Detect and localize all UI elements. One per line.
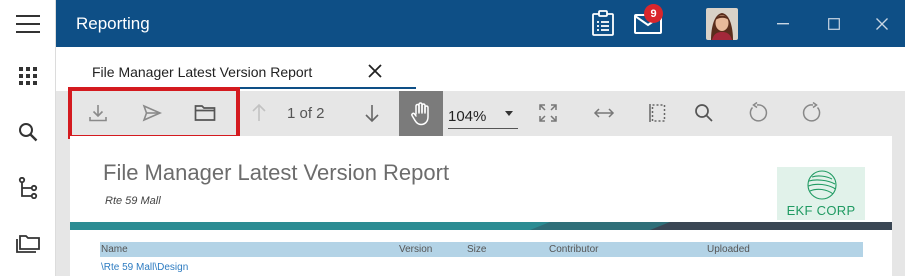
- column-header-contributor: Contributor: [549, 244, 599, 255]
- tab-label: File Manager Latest Version Report: [92, 64, 313, 80]
- hand-pan-icon[interactable]: [399, 91, 443, 136]
- zoom-select[interactable]: 104%: [448, 103, 518, 129]
- tab-strip: File Manager Latest Version Report: [56, 47, 905, 91]
- folders-icon[interactable]: [0, 224, 56, 264]
- search-icon[interactable]: [0, 112, 56, 152]
- rotate-left-icon[interactable]: [739, 95, 775, 131]
- left-rail: [0, 0, 56, 276]
- page-indicator: 1 of 2: [287, 105, 325, 122]
- app-title: Reporting: [76, 14, 150, 33]
- report-page: File Manager Latest Version Report Rte 5…: [70, 136, 892, 276]
- tree-icon[interactable]: [0, 168, 56, 208]
- find-icon[interactable]: [686, 95, 722, 131]
- column-header-name: Name: [101, 244, 128, 255]
- arrow-up-icon[interactable]: [241, 95, 277, 131]
- highlight-box: [68, 87, 240, 139]
- select-area-icon[interactable]: [639, 95, 675, 131]
- table-header: Name Version Size Contributor Uploaded: [100, 242, 863, 257]
- report-subtitle: Rte 59 Mall: [105, 195, 161, 207]
- group-path-link[interactable]: \Rte 59 Mall\Design: [101, 262, 188, 273]
- mail-count-badge: 9: [644, 4, 663, 23]
- minimize-icon[interactable]: [763, 10, 803, 38]
- arrow-down-icon[interactable]: [354, 95, 390, 131]
- caret-down-icon: [505, 111, 513, 116]
- report-viewer: 1 of 2 104% File Manager Latest Version …: [56, 87, 905, 276]
- fit-width-icon[interactable]: [586, 95, 622, 131]
- window-close-icon[interactable]: [862, 10, 902, 38]
- tab-report[interactable]: File Manager Latest Version Report: [85, 47, 416, 89]
- top-bar: Reporting 9: [56, 0, 905, 47]
- zoom-value: 104%: [448, 108, 487, 125]
- clipboard-icon[interactable]: [586, 6, 620, 40]
- maximize-icon[interactable]: [814, 10, 854, 38]
- report-title: File Manager Latest Version Report: [103, 160, 450, 185]
- company-logo: EKF CORP: [777, 167, 865, 220]
- column-header-uploaded: Uploaded: [707, 244, 750, 255]
- column-header-size: Size: [467, 244, 487, 255]
- close-icon[interactable]: [363, 59, 387, 83]
- rotate-right-icon[interactable]: [795, 95, 831, 131]
- apps-grid-icon[interactable]: [0, 56, 56, 96]
- decorative-stripe: [70, 222, 892, 230]
- viewer-toolbar: 1 of 2 104%: [56, 87, 905, 139]
- column-header-version: Version: [399, 244, 433, 255]
- avatar[interactable]: [706, 8, 738, 40]
- fit-page-icon[interactable]: [530, 95, 566, 131]
- logo-text: EKF CORP: [786, 203, 856, 218]
- hamburger-menu-icon[interactable]: [0, 0, 56, 47]
